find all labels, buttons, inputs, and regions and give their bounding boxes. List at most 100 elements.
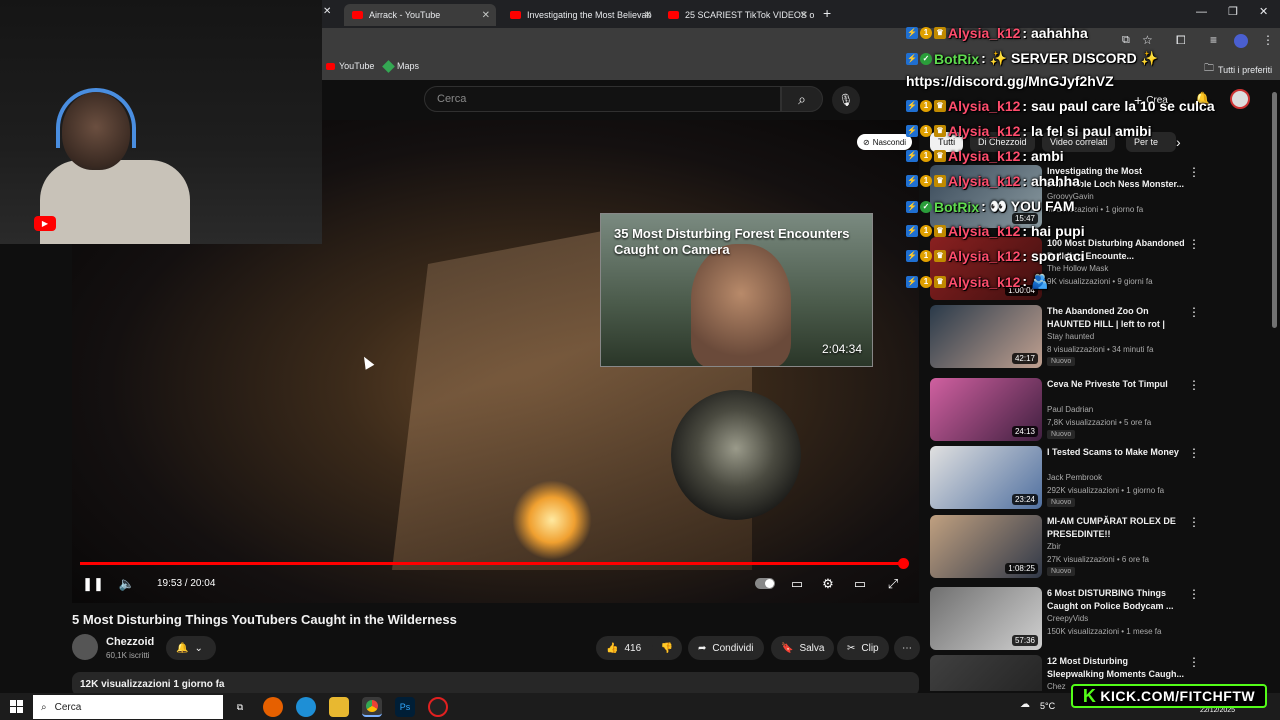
crown-icon: ♛ xyxy=(934,275,946,288)
save-button[interactable]: 🔖 Salva xyxy=(771,636,835,660)
rec-meta: 9K visualizzazioni • 9 giorni fa xyxy=(1047,277,1153,286)
video-thumbnail: 1:08:25 xyxy=(930,515,1042,578)
theater-mode-button[interactable]: ▭ xyxy=(850,574,870,594)
bookmark-star-icon[interactable]: ☆ xyxy=(1142,33,1153,47)
bookmark-maps[interactable]: Maps xyxy=(382,59,419,73)
progress-bar[interactable] xyxy=(80,562,903,565)
channel-avatar[interactable] xyxy=(72,634,98,660)
all-bookmarks[interactable]: 🗀 Tutti i preferiti xyxy=(1204,61,1272,78)
search-icon: ⌕ xyxy=(41,701,47,713)
badge-icon: 1 xyxy=(920,125,932,137)
file-explorer-icon[interactable] xyxy=(329,697,349,717)
dislike-button[interactable]: 👎 xyxy=(652,636,682,660)
chrome-icon[interactable] xyxy=(362,697,382,717)
more-options-icon[interactable]: ⋮ xyxy=(1188,305,1200,319)
tab-loch-ness[interactable]: Investigating the Most Believab ✕ xyxy=(502,4,658,26)
more-options-icon[interactable]: ⋮ xyxy=(1188,446,1200,460)
rec-title: I Tested Scams to Make Money xyxy=(1047,447,1179,457)
more-options-icon[interactable]: ⋮ xyxy=(1188,165,1200,179)
chat-line: https://discord.gg/MnGJyf2hVZ xyxy=(906,73,1114,89)
autoplay-toggle[interactable] xyxy=(755,578,775,589)
close-tab-icon[interactable]: ✕ xyxy=(800,10,808,21)
task-view-icon[interactable]: ⧉ xyxy=(230,697,250,717)
photoshop-icon[interactable]: Ps xyxy=(395,697,415,717)
chat-line: ⚡ ✓ BotRix : ✨ SERVER DISCORD ✨ xyxy=(906,50,1159,67)
rec-meta: 150K visualizzazioni • 1 mese fa xyxy=(1047,627,1162,636)
profile-avatar[interactable] xyxy=(1234,34,1248,48)
more-options-icon[interactable]: ⋮ xyxy=(1188,587,1200,601)
rec-channel: Zbir xyxy=(1047,542,1061,551)
voice-search-button[interactable]: 🎙 xyxy=(832,86,860,114)
taskbar-search-input[interactable]: ⌕ Cerca xyxy=(33,695,223,719)
crown-icon: ♛ xyxy=(934,250,946,262)
microphone-icon: 🎙 xyxy=(838,93,854,107)
rec-meta: 8 visualizzazioni • 34 minuti fa xyxy=(1047,345,1154,354)
progress-scrubber[interactable] xyxy=(897,558,909,569)
obs-icon[interactable] xyxy=(428,697,448,717)
chips-next-chevron-icon[interactable]: › xyxy=(1176,134,1181,150)
crown-icon: ♛ xyxy=(934,125,946,137)
more-options-icon[interactable]: ⋮ xyxy=(1188,515,1200,529)
more-options-icon[interactable]: ⋮ xyxy=(1188,378,1200,392)
crown-icon: ♛ xyxy=(934,175,946,187)
chat-line: ⚡ 1 ♛ Alysia_k12 : hai pupi xyxy=(906,223,1085,239)
minimize-window-button[interactable]: — xyxy=(1196,6,1207,18)
video-thumbnail xyxy=(930,655,1042,691)
reading-list-icon[interactable]: ≡ xyxy=(1210,33,1217,47)
maps-icon xyxy=(382,59,395,73)
list-item[interactable]: 24:13 Ceva Ne Priveste Tot Timpul Paul D… xyxy=(930,378,1200,442)
notification-bell-button[interactable]: 🔔 ⌄ xyxy=(166,636,216,660)
bookmark-icon: 🔖 xyxy=(781,642,794,654)
volume-icon: 🔈 xyxy=(118,576,136,591)
fullscreen-button[interactable]: ⤢ xyxy=(883,574,903,594)
close-window-button[interactable]: ✕ xyxy=(1259,5,1268,18)
rec-channel: CreepyVids xyxy=(1047,614,1089,623)
mute-button[interactable]: 🔈 xyxy=(117,574,137,594)
video-title: 5 Most Disturbing Things YouTubers Caugh… xyxy=(72,612,457,627)
list-item[interactable]: 1:08:25 MI-AM CUMPĂRAT ROLEX DE PRESEDIN… xyxy=(930,515,1200,579)
pause-icon: ❚❚ xyxy=(82,576,104,591)
close-tab-icon[interactable]: ✕ xyxy=(644,10,652,21)
chat-line: ⚡ ✓ BotRix : 👀 YOU FAM xyxy=(906,198,1075,215)
list-item[interactable]: 23:24 I Tested Scams to Make Money Jack … xyxy=(930,446,1200,510)
firefox-icon[interactable] xyxy=(263,697,283,717)
clip-button[interactable]: ✂ Clip xyxy=(837,636,889,660)
tab-airrack[interactable]: Airrack - YouTube ✕ xyxy=(344,4,496,26)
search-input[interactable]: Cerca xyxy=(424,86,781,112)
settings-button[interactable]: ⚙ xyxy=(818,574,838,594)
tab-tiktok[interactable]: 25 SCARIEST TikTok VIDEOS of ✕ xyxy=(660,4,814,26)
extensions-icon[interactable]: ⧠ xyxy=(1176,33,1186,48)
close-tab-icon[interactable]: ✕ xyxy=(482,10,490,21)
more-options-icon[interactable]: ⋮ xyxy=(1188,655,1200,669)
thumbs-down-icon: 👎 xyxy=(660,642,674,654)
restore-window-button[interactable]: ❐ xyxy=(1228,5,1238,18)
list-item[interactable]: 57:36 6 Most DISTURBING Things Caught on… xyxy=(930,587,1200,651)
more-actions-button[interactable]: ⋯ xyxy=(894,636,920,660)
pause-button[interactable]: ❚❚ xyxy=(82,574,104,594)
list-item[interactable]: 1:00:04 100 Most Disturbing Abandoned Bu… xyxy=(930,237,1200,301)
list-item[interactable]: 42:17 The Abandoned Zoo On HAUNTED HILL … xyxy=(930,305,1200,369)
close-sidebar-icon[interactable]: ✕ xyxy=(323,6,331,17)
thumbs-up-icon: 👍 xyxy=(606,642,619,654)
account-avatar[interactable] xyxy=(1230,89,1250,109)
install-app-icon[interactable]: ⧉ xyxy=(1122,34,1130,47)
kick-channel-banner: K KICK.COM/FITCHFTW xyxy=(1071,684,1267,708)
badge-icon: 1 xyxy=(920,175,932,187)
hide-endcards-button[interactable]: ⊘ Nascondi xyxy=(857,134,913,150)
search-button[interactable]: ⌕ xyxy=(781,86,823,112)
bookmark-youtube[interactable]: YouTube xyxy=(326,61,374,71)
endcard-channel[interactable] xyxy=(671,390,801,520)
channel-name[interactable]: Chezzoid xyxy=(106,636,154,648)
new-tab-button[interactable]: + xyxy=(823,5,831,21)
endcard-video[interactable]: 35 Most Disturbing Forest Encounters Cau… xyxy=(600,213,873,367)
share-button[interactable]: ➦ Condividi xyxy=(688,636,764,660)
rec-channel: Jack Pembrook xyxy=(1047,473,1103,482)
edge-icon[interactable] xyxy=(296,697,316,717)
more-options-icon[interactable]: ⋮ xyxy=(1188,237,1200,251)
subtitles-button[interactable]: ▭ xyxy=(787,574,807,594)
gear-icon: ⚙ xyxy=(822,576,834,591)
windows-start-icon[interactable] xyxy=(10,700,23,713)
scrollbar[interactable] xyxy=(1272,92,1277,328)
chrome-menu-icon[interactable]: ⋮ xyxy=(1262,33,1274,47)
verified-bot-icon: ✓ xyxy=(920,52,932,65)
